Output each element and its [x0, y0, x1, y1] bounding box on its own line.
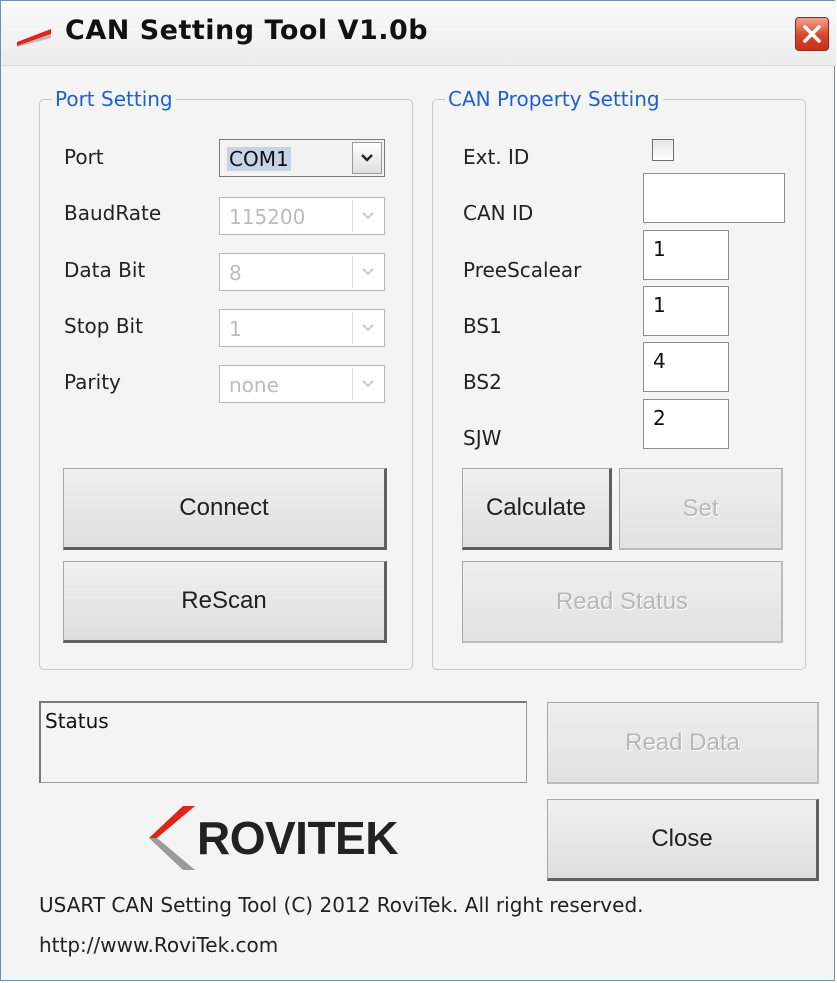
chevron-down-icon	[352, 368, 382, 400]
stop-bit-label: Stop Bit	[64, 314, 143, 338]
bs2-label: BS2	[463, 370, 502, 394]
chevron-down-icon	[352, 256, 382, 288]
data-bit-label: Data Bit	[64, 258, 146, 282]
sjw-label: SJW	[463, 426, 502, 450]
stop-bit-select-value: 1	[229, 317, 242, 341]
copyright-text: USART CAN Setting Tool (C) 2012 RoviTek.…	[39, 893, 644, 917]
chevron-down-icon[interactable]	[352, 142, 382, 174]
port-select-value: COM1	[227, 147, 291, 171]
app-window: CAN Setting Tool V1.0b Port Setting Port…	[0, 0, 836, 981]
port-setting-legend: Port Setting	[55, 87, 173, 111]
read-data-button[interactable]: Read Data	[547, 702, 819, 784]
read-status-button[interactable]: Read Status	[462, 561, 783, 643]
app-logo-icon	[17, 29, 51, 47]
baudrate-select-value: 115200	[229, 205, 306, 229]
prescaler-label: PreeScalear	[463, 258, 582, 282]
port-select[interactable]: COM1	[219, 139, 385, 177]
parity-select[interactable]: none	[219, 365, 385, 403]
window-title: CAN Setting Tool V1.0b	[65, 15, 429, 46]
parity-select-value: none	[229, 373, 279, 397]
ext-id-checkbox[interactable]	[652, 139, 674, 161]
prescaler-input[interactable]: 1	[643, 230, 729, 280]
baudrate-select[interactable]: 115200	[219, 197, 385, 235]
bs2-input[interactable]: 4	[643, 342, 729, 392]
parity-label: Parity	[64, 370, 121, 394]
baudrate-label: BaudRate	[64, 201, 162, 225]
close-icon	[803, 25, 821, 43]
brand-name: ROVITEK	[197, 812, 398, 864]
status-box: Status	[39, 701, 527, 783]
connect-button[interactable]: Connect	[63, 468, 387, 550]
can-id-input[interactable]	[643, 173, 785, 223]
prescaler-input-value: 1	[653, 237, 666, 261]
data-bit-select[interactable]: 8	[219, 253, 385, 291]
chevron-down-icon	[352, 200, 382, 232]
website-url[interactable]: http://www.RoviTek.com	[39, 933, 278, 957]
ext-id-label: Ext. ID	[463, 145, 530, 169]
rovitek-brand-logo: ROVITEK	[141, 806, 441, 876]
status-text: Status	[45, 709, 109, 733]
data-bit-select-value: 8	[229, 261, 242, 285]
set-button[interactable]: Set	[619, 468, 783, 550]
port-label: Port	[64, 145, 104, 169]
can-id-label: CAN ID	[463, 201, 534, 225]
chevron-down-icon	[352, 312, 382, 344]
window-close-button[interactable]	[795, 17, 829, 51]
rescan-button[interactable]: ReScan	[63, 561, 387, 643]
bs1-input[interactable]: 1	[643, 286, 729, 336]
bs1-label: BS1	[463, 314, 502, 338]
bs2-input-value: 4	[653, 349, 666, 373]
calculate-button[interactable]: Calculate	[462, 468, 612, 550]
title-bar[interactable]: CAN Setting Tool V1.0b	[1, 1, 836, 66]
stop-bit-select[interactable]: 1	[219, 309, 385, 347]
rovitek-chevron-icon	[149, 806, 195, 870]
sjw-input[interactable]: 2	[643, 399, 729, 449]
bs1-input-value: 1	[653, 293, 666, 317]
sjw-input-value: 2	[653, 406, 666, 430]
can-property-setting-legend: CAN Property Setting	[448, 87, 660, 111]
close-button[interactable]: Close	[547, 799, 819, 881]
